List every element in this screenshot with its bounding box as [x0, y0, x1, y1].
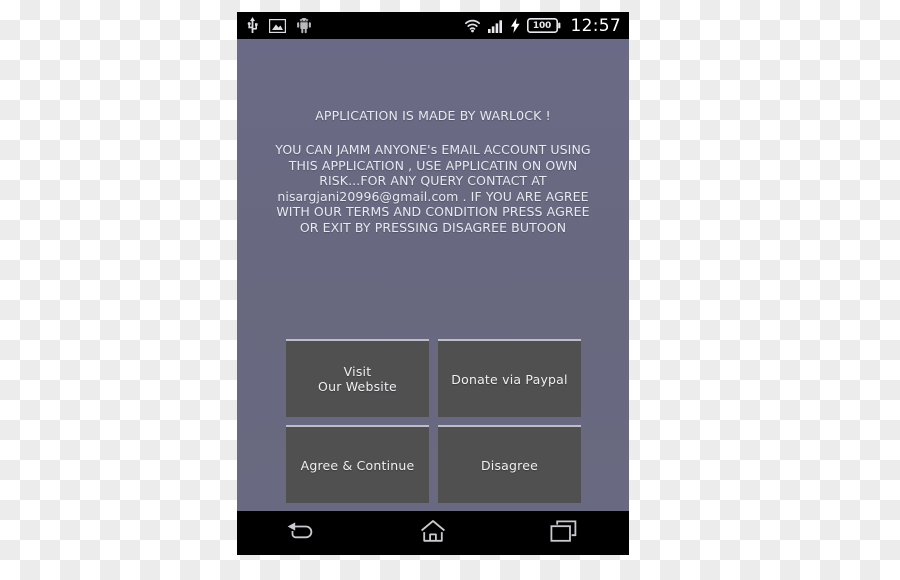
nav-recents-icon — [550, 520, 577, 547]
disagree-label: Disagree — [480, 457, 539, 473]
disclaimer-text-block: APPLICATION IS MADE BY WARL0CK ! YOU CAN… — [245, 108, 621, 236]
android-robot-icon — [296, 17, 312, 34]
status-bar-right-icons: 100 12:57 — [464, 16, 622, 36]
agree-and-continue-button[interactable]: Agree & Continue — [286, 425, 429, 503]
button-line-2: Our Website — [318, 379, 397, 394]
battery-indicator: 100 — [526, 18, 561, 33]
app-screen: APPLICATION IS MADE BY WARL0CK ! YOU CAN… — [237, 39, 629, 511]
nav-recents-button[interactable] — [532, 513, 596, 553]
screenshot-icon — [269, 18, 286, 33]
visit-our-website-button[interactable]: Visit Our Website — [286, 339, 429, 417]
status-bar-left-icons — [246, 17, 312, 34]
donate-via-paypal-button[interactable]: Donate via Paypal — [438, 339, 581, 417]
phone-device: 100 12:57 APPLICATION IS MADE BY WARL0CK… — [237, 12, 629, 555]
disclaimer-paragraph: YOU CAN JAMM ANYONE's EMAIL ACCOUNT USIN… — [245, 142, 621, 236]
status-bar-clock: 12:57 — [570, 15, 621, 36]
paragraph-line: WITH OUR TERMS AND CONDITION PRESS AGREE — [276, 204, 590, 220]
nav-back-button[interactable] — [270, 513, 334, 553]
paragraph-line: THIS APPLICATION , USE APPLICATIN ON OWN — [288, 157, 578, 173]
paragraph-line-email: nisargjani20996@gmail.com . IF YOU ARE A… — [277, 188, 589, 204]
status-bar: 100 12:57 — [237, 12, 629, 39]
headline-text: APPLICATION IS MADE BY WARL0CK ! — [315, 108, 551, 123]
battery-level-label: 100 — [532, 20, 552, 31]
signal-bars-icon — [487, 19, 504, 33]
nav-home-button[interactable] — [401, 513, 465, 553]
usb-icon — [246, 17, 259, 34]
navigation-bar — [237, 511, 629, 555]
wifi-icon — [464, 19, 481, 33]
nav-home-icon — [420, 519, 446, 547]
action-button-grid: Visit Our Website Donate via Paypal Agre… — [286, 339, 581, 503]
paragraph-line: YOU CAN JAMM ANYONE's EMAIL ACCOUNT USIN… — [275, 142, 591, 157]
charging-bolt-icon — [510, 18, 520, 33]
visit-our-website-label: Visit Our Website — [318, 364, 397, 394]
nav-back-icon — [287, 520, 317, 546]
paragraph-line: OR EXIT BY PRESSING DISAGREE BUTOON — [299, 219, 567, 235]
agree-and-continue-label: Agree & Continue — [300, 457, 415, 473]
paragraph-line: RISK...FOR ANY QUERY CONTACT AT — [319, 173, 547, 189]
button-line-1: Visit — [343, 364, 372, 379]
disagree-button[interactable]: Disagree — [438, 425, 581, 503]
donate-via-paypal-label: Donate via Paypal — [451, 371, 568, 387]
